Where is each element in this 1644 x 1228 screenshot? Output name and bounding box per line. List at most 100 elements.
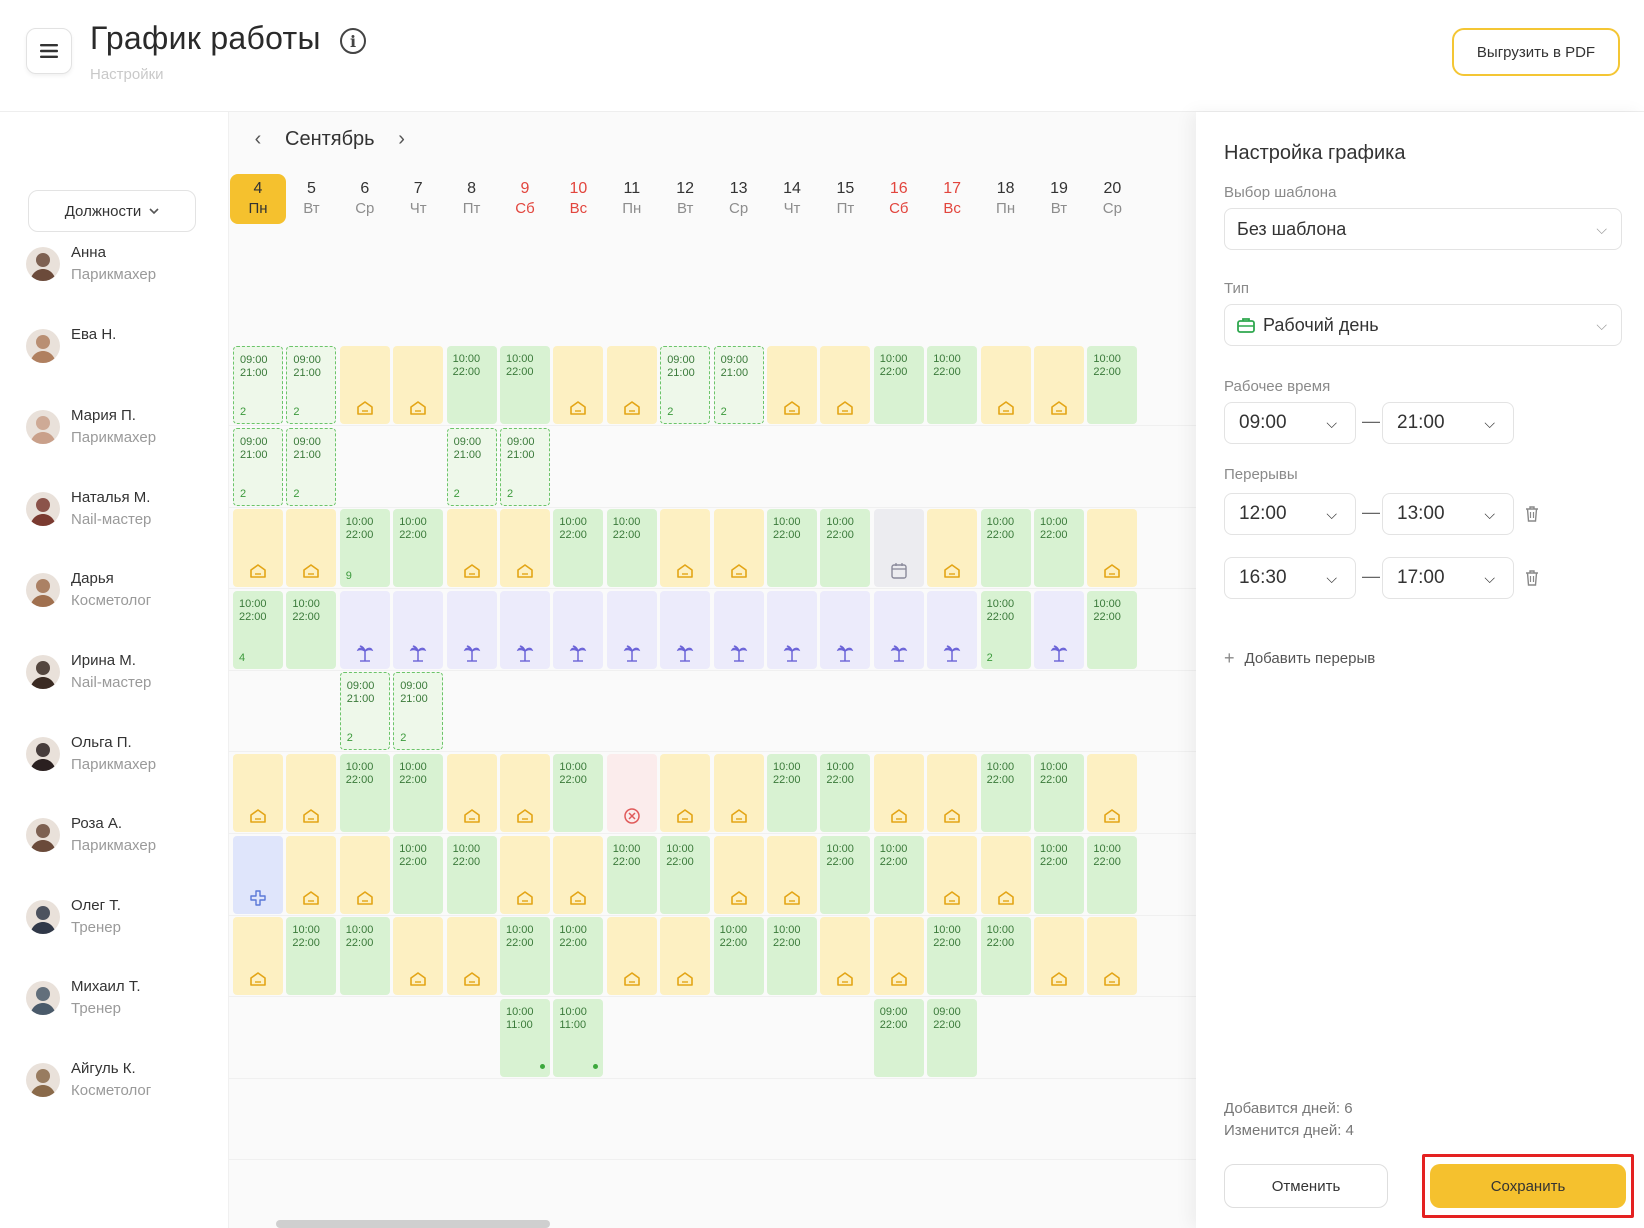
schedule-cell[interactable]: 09:00 21:00 2 [286, 427, 337, 506]
employee-row-label[interactable]: Мария П. Парикмахер [26, 397, 226, 457]
schedule-cell[interactable] [339, 346, 390, 424]
day-header[interactable]: 6 Ср [337, 174, 393, 224]
schedule-cell[interactable] [393, 346, 444, 424]
schedule-cell[interactable] [873, 590, 924, 669]
day-header[interactable]: 18 Пн [978, 174, 1034, 224]
schedule-cell[interactable] [286, 509, 337, 588]
schedule-cell[interactable] [873, 917, 924, 996]
schedule-cell[interactable]: 09:00 21:00 2 [286, 346, 337, 424]
schedule-cell[interactable] [393, 590, 444, 669]
trash-icon[interactable] [1524, 505, 1540, 523]
break-1-from-select[interactable]: 12:00 ⌵ [1224, 493, 1356, 535]
schedule-cell[interactable] [820, 590, 871, 669]
employee-row-label[interactable]: Наталья М. Nail-мастер [26, 479, 226, 539]
schedule-cell[interactable]: 10:00 11:00 [500, 998, 550, 1077]
info-icon[interactable]: i [340, 28, 366, 54]
schedule-cell[interactable]: 10:00 22:00 [927, 346, 978, 424]
schedule-cell[interactable] [820, 346, 871, 424]
schedule-cell[interactable] [606, 346, 657, 424]
day-header[interactable]: 13 Ср [711, 174, 767, 224]
schedule-cell[interactable] [606, 917, 657, 996]
schedule-cell[interactable] [713, 509, 764, 588]
employee-row-label[interactable]: Ольга П. Парикмахер [26, 724, 226, 784]
day-header[interactable]: 20 Ср [1084, 174, 1140, 224]
schedule-cell[interactable]: 09:00 21:00 2 [446, 427, 497, 506]
worktime-to-select[interactable]: 21:00 ⌵ [1382, 402, 1514, 444]
schedule-cell[interactable]: 10:00 22:00 [286, 917, 337, 996]
schedule-cell[interactable]: 10:00 22:00 [980, 509, 1031, 588]
schedule-cell[interactable]: 10:00 22:00 [553, 509, 604, 588]
day-header[interactable]: 17 Вс [924, 174, 980, 224]
schedule-cell[interactable]: 09:00 22:00 [927, 998, 978, 1077]
schedule-cell[interactable] [873, 509, 924, 588]
schedule-cell[interactable] [713, 754, 764, 832]
schedule-cell[interactable] [1034, 346, 1084, 424]
schedule-cell[interactable] [660, 590, 711, 669]
template-select[interactable]: Без шаблона ⌵ [1224, 208, 1622, 250]
positions-filter-button[interactable]: Должности [28, 190, 196, 232]
schedule-cell[interactable] [1034, 917, 1084, 996]
employee-row-label[interactable]: Олег Т. Тренер [26, 887, 226, 947]
schedule-cell[interactable] [339, 835, 390, 914]
day-header[interactable]: 8 Пт [444, 174, 500, 224]
schedule-cell[interactable]: 10:00 22:00 [553, 917, 604, 996]
schedule-cell[interactable]: 09:00 22:00 [873, 998, 924, 1077]
horizontal-scrollbar[interactable] [276, 1220, 550, 1228]
schedule-cell[interactable]: 10:00 22:00 [1087, 835, 1138, 914]
schedule-cell[interactable]: 10:00 22:00 [393, 509, 444, 588]
day-header[interactable]: 14 Чт [764, 174, 820, 224]
schedule-cell[interactable] [1034, 590, 1084, 669]
schedule-cell[interactable] [446, 917, 497, 996]
break-2-from-select[interactable]: 16:30 ⌵ [1224, 557, 1356, 599]
schedule-cell[interactable]: 10:00 22:00 [339, 917, 390, 996]
schedule-cell[interactable] [927, 754, 978, 832]
schedule-cell[interactable]: 10:00 22:00 [1034, 509, 1084, 588]
schedule-cell[interactable] [767, 346, 817, 424]
schedule-cell[interactable] [553, 835, 604, 914]
day-header[interactable]: 19 Вт [1031, 174, 1087, 224]
schedule-cell[interactable]: 10:00 22:00 [500, 917, 550, 996]
schedule-cell[interactable] [820, 917, 871, 996]
day-header[interactable]: 9 Сб [497, 174, 553, 224]
schedule-cell[interactable] [286, 754, 337, 832]
schedule-cell[interactable] [339, 590, 390, 669]
schedule-cell[interactable]: 10:00 22:00 2 [980, 590, 1031, 669]
schedule-cell[interactable]: 10:00 22:00 [980, 754, 1031, 832]
schedule-cell[interactable]: 09:00 21:00 2 [339, 672, 390, 751]
schedule-cell[interactable] [286, 835, 337, 914]
schedule-cell[interactable]: 10:00 22:00 [553, 754, 604, 832]
employee-row-label[interactable]: Анна Парикмахер [26, 234, 226, 294]
schedule-cell[interactable] [927, 509, 978, 588]
schedule-cell[interactable]: 10:00 22:00 9 [339, 509, 390, 588]
schedule-cell[interactable] [553, 590, 604, 669]
day-header[interactable]: 7 Чт [390, 174, 446, 224]
schedule-cell[interactable]: 10:00 22:00 [339, 754, 390, 832]
schedule-cell[interactable]: 10:00 22:00 [820, 509, 871, 588]
add-break-button[interactable]: + Добавить перерыв [1224, 648, 1375, 669]
schedule-cell[interactable] [660, 509, 711, 588]
day-header[interactable]: 16 Сб [871, 174, 927, 224]
schedule-cell[interactable] [500, 835, 550, 914]
break-1-to-select[interactable]: 13:00 ⌵ [1382, 493, 1514, 535]
employee-row-label[interactable]: Айгуль К. Косметолог [26, 1050, 226, 1110]
schedule-cell[interactable]: 10:00 22:00 4 [233, 590, 283, 669]
schedule-cell[interactable]: 10:00 22:00 [767, 917, 817, 996]
schedule-cell[interactable]: 10:00 11:00 [553, 998, 604, 1077]
schedule-cell[interactable] [767, 590, 817, 669]
type-select[interactable]: Рабочий день ⌵ [1224, 304, 1622, 346]
break-2-to-select[interactable]: 17:00 ⌵ [1382, 557, 1514, 599]
schedule-cell[interactable]: 10:00 22:00 [820, 835, 871, 914]
schedule-cell[interactable] [500, 754, 550, 832]
employee-row-label[interactable]: Михаил Т. Тренер [26, 968, 226, 1028]
schedule-cell[interactable]: 09:00 21:00 2 [713, 346, 764, 424]
schedule-cell[interactable] [713, 835, 764, 914]
employee-row-label[interactable]: Роза А. Парикмахер [26, 805, 226, 865]
day-header[interactable]: 10 Вс [550, 174, 606, 224]
schedule-cell[interactable]: 10:00 22:00 [446, 835, 497, 914]
schedule-cell[interactable] [393, 917, 444, 996]
schedule-cell[interactable]: 09:00 21:00 2 [660, 346, 711, 424]
schedule-cell[interactable] [446, 590, 497, 669]
schedule-cell[interactable] [927, 835, 978, 914]
employee-row-label[interactable]: Дарья Косметолог [26, 560, 226, 620]
schedule-cell[interactable]: 10:00 22:00 [1034, 835, 1084, 914]
